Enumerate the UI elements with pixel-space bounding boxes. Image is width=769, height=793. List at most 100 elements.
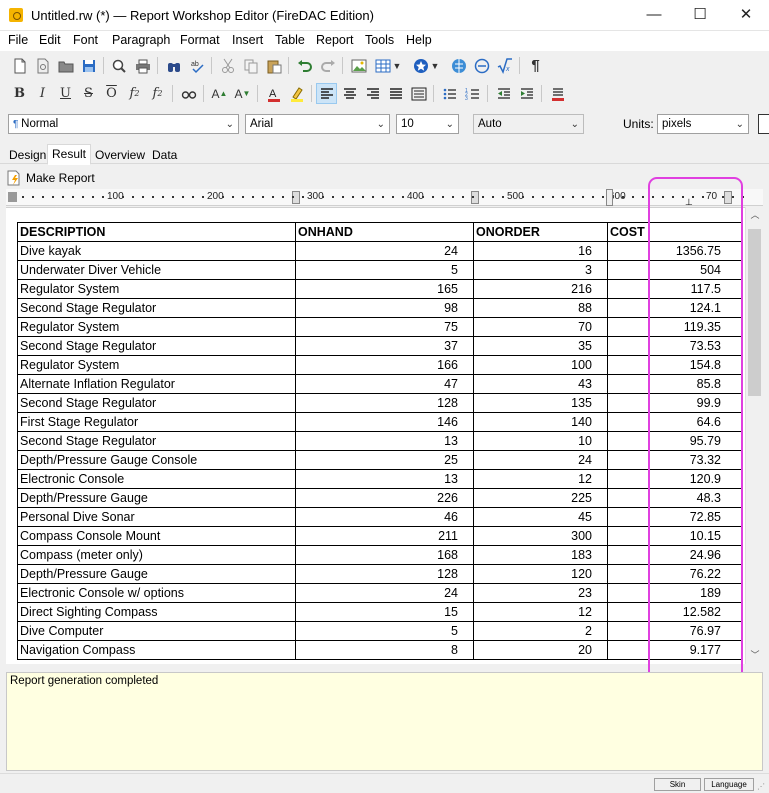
maximize-button[interactable]: ☐	[677, 0, 723, 30]
cell-onorder: 225	[473, 488, 608, 508]
print-icon[interactable]	[132, 55, 153, 76]
superscript-icon[interactable]: f2	[147, 83, 168, 104]
cell-onorder: 23	[473, 583, 608, 603]
underline-icon[interactable]: U	[55, 83, 76, 104]
font-select[interactable]: Arial ⌄	[245, 114, 390, 134]
cell-cost: 154.8	[607, 355, 742, 375]
distribute-icon[interactable]	[408, 83, 429, 104]
menu-insert[interactable]: Insert	[232, 33, 263, 47]
justify-icon[interactable]	[385, 83, 406, 104]
close-button[interactable]: ✕	[723, 0, 769, 30]
ruler-tick	[362, 196, 364, 198]
italic-icon[interactable]: I	[32, 83, 53, 104]
ruler-left-margin-marker[interactable]	[8, 192, 17, 202]
menu-report[interactable]: Report	[316, 33, 354, 47]
find-binoculars-icon[interactable]	[163, 55, 184, 76]
ruler-tick	[232, 196, 234, 198]
grow-font-icon[interactable]: A ▲	[209, 83, 230, 104]
units-select[interactable]: pixels ⌄	[657, 114, 749, 134]
toolbar-overflow-icon[interactable]	[758, 114, 769, 134]
insert-symbol-icon[interactable]	[410, 55, 431, 76]
minimize-button[interactable]: —	[631, 0, 677, 30]
align-left-icon[interactable]	[316, 83, 337, 104]
open-folder-icon[interactable]	[55, 55, 76, 76]
tab-design[interactable]: Design	[4, 146, 51, 164]
cell-onorder: 12	[473, 602, 608, 622]
table-dropdown-icon[interactable]: ▼	[391, 55, 403, 76]
ruler-tick	[192, 196, 194, 198]
cell-onorder: 43	[473, 374, 608, 394]
ruler-tick	[342, 196, 344, 198]
paste-icon[interactable]	[263, 55, 284, 76]
increase-indent-icon[interactable]	[516, 83, 537, 104]
cut-icon[interactable]	[217, 55, 238, 76]
ruler-indent-marker[interactable]	[606, 189, 613, 206]
menu-font[interactable]: Font	[73, 33, 98, 47]
decrease-indent-icon[interactable]	[493, 83, 514, 104]
cell-description: First Stage Regulator	[17, 412, 296, 432]
menu-table[interactable]: Table	[275, 33, 305, 47]
insert-object-icon[interactable]	[471, 55, 492, 76]
scrollbar-thumb[interactable]	[748, 229, 761, 396]
strikethrough-icon[interactable]: S	[78, 83, 99, 104]
overline-icon[interactable]: O	[101, 83, 122, 104]
spell-check-icon[interactable]: ab	[187, 55, 208, 76]
subscript-icon[interactable]: f2	[124, 83, 145, 104]
highlight-color-icon[interactable]	[286, 83, 307, 104]
save-disk-icon[interactable]	[78, 55, 99, 76]
scroll-up-icon[interactable]: ︿	[746, 207, 764, 224]
table-row: Regulator System 166 100 154.8	[17, 355, 742, 375]
ruler-tick	[572, 196, 574, 198]
vertical-scrollbar[interactable]: ︿ ﹀	[745, 207, 763, 664]
menu-help[interactable]: Help	[406, 33, 432, 47]
insert-equation-icon[interactable]: x	[494, 55, 515, 76]
new-from-template-icon[interactable]	[32, 55, 53, 76]
menu-format[interactable]: Format	[180, 33, 220, 47]
symbol-dropdown-icon[interactable]: ▼	[429, 55, 441, 76]
insert-hyperlink-icon[interactable]	[448, 55, 469, 76]
skin-button[interactable]: Skin	[654, 778, 701, 791]
table-row: Second Stage Regulator 37 35 73.53	[17, 336, 742, 356]
style-select[interactable]: ¶ Normal ⌄	[8, 114, 239, 134]
font-size-select[interactable]: 10 ⌄	[396, 114, 459, 134]
menu-tools[interactable]: Tools	[365, 33, 394, 47]
cell-onhand: 13	[295, 469, 474, 489]
redo-icon[interactable]	[317, 55, 338, 76]
text-color-icon[interactable]: A	[263, 83, 284, 104]
show-formatting-marks-icon[interactable]: ¶	[525, 55, 546, 76]
bold-icon[interactable]: B	[9, 83, 30, 104]
undo-icon[interactable]	[294, 55, 315, 76]
insert-table-icon[interactable]	[372, 55, 393, 76]
numbering-icon[interactable]: 123	[462, 83, 483, 104]
make-report-button[interactable]: Make Report	[6, 169, 95, 187]
report-result-view[interactable]: DESCRIPTION ONHAND ONORDER COST Dive kay…	[6, 207, 745, 664]
cell-onorder: 16	[473, 241, 608, 261]
header-onorder: ONORDER	[473, 222, 608, 242]
tab-data[interactable]: Data	[147, 146, 182, 164]
tab-result[interactable]: Result	[47, 144, 92, 165]
table-row: Electronic Console w/ options 24 23 189	[17, 583, 742, 603]
header-onhand: ONHAND	[295, 222, 474, 242]
hidden-text-icon[interactable]	[178, 83, 199, 104]
ruler-right-margin-marker[interactable]	[724, 191, 732, 204]
align-right-icon[interactable]	[362, 83, 383, 104]
print-preview-icon[interactable]	[108, 55, 129, 76]
paragraph-background-icon[interactable]	[547, 83, 568, 104]
menu-file[interactable]: File	[8, 33, 28, 47]
tab-overview[interactable]: Overview	[90, 146, 150, 164]
language-button[interactable]: Language	[704, 778, 754, 791]
new-document-icon[interactable]	[9, 55, 30, 76]
bullets-icon[interactable]	[439, 83, 460, 104]
menu-edit[interactable]: Edit	[39, 33, 61, 47]
color-select[interactable]: Auto ⌄	[473, 114, 584, 134]
scroll-down-icon[interactable]: ﹀	[746, 647, 764, 664]
horizontal-ruler[interactable]: 100 200 300 400 500 600 70 ⊥	[6, 189, 763, 207]
copy-icon[interactable]	[240, 55, 261, 76]
menu-paragraph[interactable]: Paragraph	[112, 33, 170, 47]
table-row: First Stage Regulator 146 140 64.6	[17, 412, 742, 432]
shrink-font-icon[interactable]: A ▼	[232, 83, 253, 104]
resize-grip-icon[interactable]: ⋰	[757, 782, 765, 791]
insert-picture-icon[interactable]	[348, 55, 369, 76]
align-center-icon[interactable]	[339, 83, 360, 104]
cell-cost: 124.1	[607, 298, 742, 318]
